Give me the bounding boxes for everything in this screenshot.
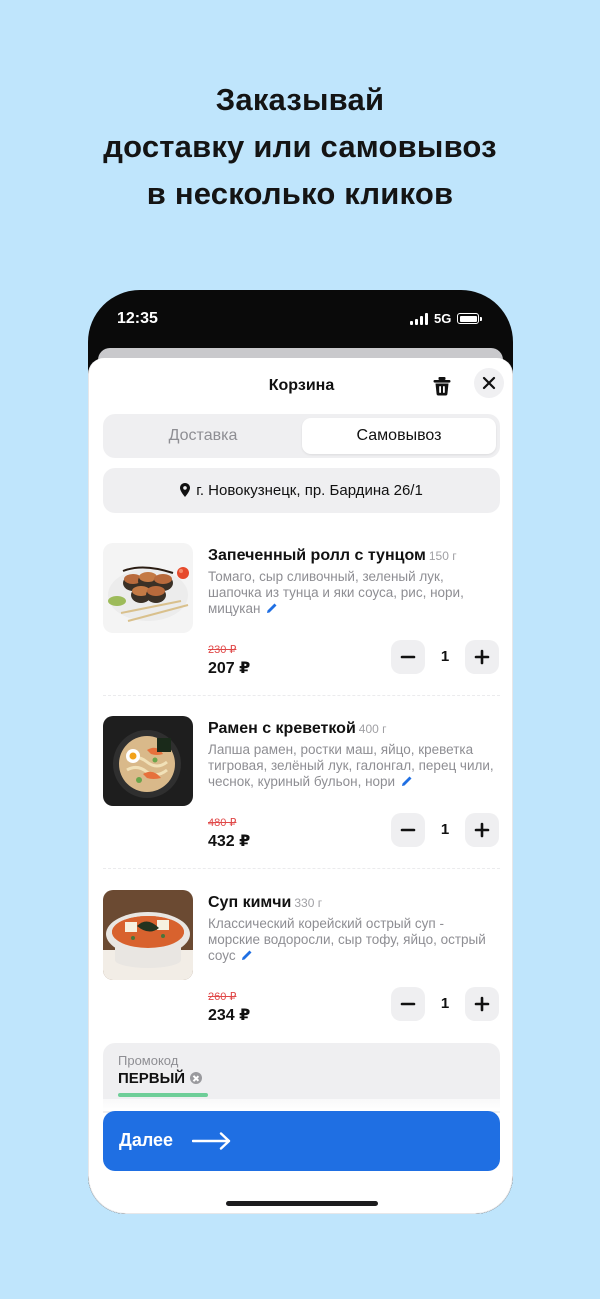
decrease-button[interactable] <box>391 987 425 1021</box>
address-text: г. Новокузнецк, пр. Бардина 26/1 <box>196 482 423 499</box>
close-button[interactable] <box>474 368 504 398</box>
tab-pickup[interactable]: Самовывоз <box>302 418 496 454</box>
status-time: 12:35 <box>117 310 158 327</box>
network-label: 5G <box>434 311 452 326</box>
address-field[interactable]: г. Новокузнецк, пр. Бардина 26/1 <box>103 468 500 513</box>
item-price: 432 ₽ <box>208 833 251 850</box>
cart-sheet: Корзина Доставка Самовывоз г. Новокузнец… <box>88 358 513 1214</box>
item-photo-ramen <box>103 716 193 806</box>
item-quantity: 1 <box>440 821 450 838</box>
item-description: Классический корейский острый суп - морс… <box>208 916 486 963</box>
item-quantity: 1 <box>440 995 450 1012</box>
plus-icon <box>474 822 490 838</box>
promo-code: ПЕРВЫЙ <box>118 1070 203 1087</box>
item-name: Суп кимчи 330 г <box>208 894 323 911</box>
scroll-fade <box>89 1099 512 1111</box>
minus-icon <box>400 1002 416 1006</box>
tab-delivery[interactable]: Доставка <box>107 418 299 454</box>
home-indicator <box>226 1201 378 1206</box>
decrease-button[interactable] <box>391 813 425 847</box>
edit-icon[interactable] <box>401 775 413 787</box>
item-quantity: 1 <box>440 648 450 665</box>
promo-discount-text-clipped <box>118 1093 208 1097</box>
plus-icon <box>474 996 490 1012</box>
arrow-right-icon <box>192 1132 231 1150</box>
increase-button[interactable] <box>465 813 499 847</box>
item-photo-kimchi-soup <box>103 890 193 980</box>
increase-button[interactable] <box>465 987 499 1021</box>
battery-icon <box>457 313 482 324</box>
headline-line-3: в несколько кликов <box>146 176 454 211</box>
headline: Заказывай доставку или самовывоз в неско… <box>0 76 600 217</box>
next-button-label: Далее <box>119 1130 174 1150</box>
item-name: Рамен с креветкой 400 г <box>208 720 387 737</box>
edit-icon[interactable] <box>266 602 278 614</box>
decrease-button[interactable] <box>391 640 425 674</box>
trash-icon[interactable] <box>430 374 454 398</box>
item-old-price: 230 ₽ <box>208 644 237 656</box>
item-photo-roll <box>103 543 193 633</box>
item-weight: 150 г <box>428 549 457 563</box>
item-name: Запеченный ролл с тунцом 150 г <box>208 547 457 564</box>
item-divider <box>103 868 500 869</box>
promo-label: Промокод <box>118 1053 179 1068</box>
item-old-price: 480 ₽ <box>208 817 237 829</box>
item-description: Лапша рамен, ростки маш, яйцо, креветка … <box>208 742 494 789</box>
edit-icon[interactable] <box>241 949 253 961</box>
location-pin-icon <box>180 483 191 497</box>
plus-icon <box>474 649 490 665</box>
minus-icon <box>400 828 416 832</box>
minus-icon <box>400 655 416 659</box>
delivery-mode-switch: Доставка Самовывоз <box>103 414 500 458</box>
increase-button[interactable] <box>465 640 499 674</box>
item-weight: 330 г <box>294 896 323 910</box>
signal-icon <box>410 313 428 325</box>
item-price: 207 ₽ <box>208 660 251 677</box>
close-icon <box>482 376 496 390</box>
phone-frame: 12:35 5G Корзина Доставка Самовывоз г. Н… <box>88 290 513 1214</box>
item-price: 234 ₽ <box>208 1007 251 1024</box>
item-divider <box>103 695 500 696</box>
item-weight: 400 г <box>358 722 387 736</box>
headline-line-2: доставку или самовывоз <box>103 129 497 164</box>
item-old-price: 260 ₽ <box>208 991 237 1003</box>
clear-promo-icon[interactable] <box>190 1072 203 1084</box>
next-button[interactable]: Далее <box>103 1111 500 1171</box>
item-description: Томаго, сыр сливочный, зеленый лук, шапо… <box>208 569 464 616</box>
headline-line-1: Заказывай <box>215 82 385 117</box>
status-bar: 12:35 5G <box>88 290 513 350</box>
